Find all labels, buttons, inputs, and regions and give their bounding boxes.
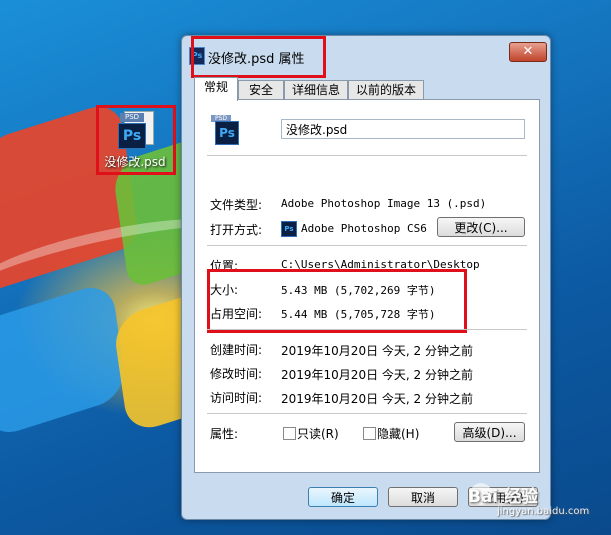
watermark: Bai 经验 [468, 487, 539, 507]
file-type-value: Adobe Photoshop Image 13 (.psd) [281, 197, 487, 210]
readonly-label[interactable]: 只读(R) [297, 425, 339, 442]
divider [207, 155, 527, 156]
ok-button[interactable]: 确定 [308, 487, 378, 507]
accessed-label: 访问时间: [210, 391, 263, 405]
hidden-label[interactable]: 隐藏(H) [377, 425, 419, 442]
open-with-value: Adobe Photoshop CS6 [301, 222, 427, 235]
highlight-box-size [207, 269, 467, 333]
divider [207, 245, 527, 246]
divider [207, 413, 527, 414]
desktop-file-label: 没修改.psd [104, 155, 166, 169]
divider [207, 329, 527, 330]
general-panel: PSD Ps 没修改.psd 文件类型: Adobe Photoshop Ima… [194, 99, 540, 473]
file-name-input[interactable]: 没修改.psd [281, 119, 525, 139]
attributes-label: 属性: [210, 427, 239, 441]
watermark-url: jingyan.baidu.com [497, 506, 590, 517]
tab-security[interactable]: 安全 [238, 80, 284, 100]
close-button[interactable]: ✕ [509, 42, 547, 62]
photoshop-icon: Ps [281, 221, 297, 237]
highlight-box-title [191, 36, 326, 78]
readonly-checkbox[interactable] [283, 427, 296, 440]
psd-file-icon: PSD Ps [209, 115, 243, 145]
created-value: 2019年10月20日 今天, 2 分钟之前 [281, 344, 473, 358]
cancel-button[interactable]: 取消 [388, 487, 458, 507]
tab-general[interactable]: 常规 [194, 77, 238, 101]
properties-dialog: Ps 没修改.psd 属性 ✕ 常规 安全 详细信息 以前的版本 PSD Ps … [181, 35, 551, 520]
modified-value: 2019年10月20日 今天, 2 分钟之前 [281, 368, 473, 382]
title-bar[interactable]: Ps 没修改.psd 属性 ✕ [182, 36, 550, 78]
tab-previous-versions[interactable]: 以前的版本 [348, 80, 424, 100]
hidden-checkbox[interactable] [363, 427, 376, 440]
file-type-label: 文件类型: [210, 198, 263, 212]
modified-label: 修改时间: [210, 367, 263, 381]
advanced-button[interactable]: 高级(D)... [454, 422, 525, 442]
psd-file-icon: PSD Ps [118, 111, 154, 149]
change-button[interactable]: 更改(C)... [437, 217, 525, 237]
desktop-file-icon[interactable]: PSD Ps 没修改.psd [96, 105, 176, 175]
open-with-label: 打开方式: [210, 223, 263, 237]
tab-details[interactable]: 详细信息 [284, 80, 348, 100]
created-label: 创建时间: [210, 343, 263, 357]
accessed-value: 2019年10月20日 今天, 2 分钟之前 [281, 392, 473, 406]
